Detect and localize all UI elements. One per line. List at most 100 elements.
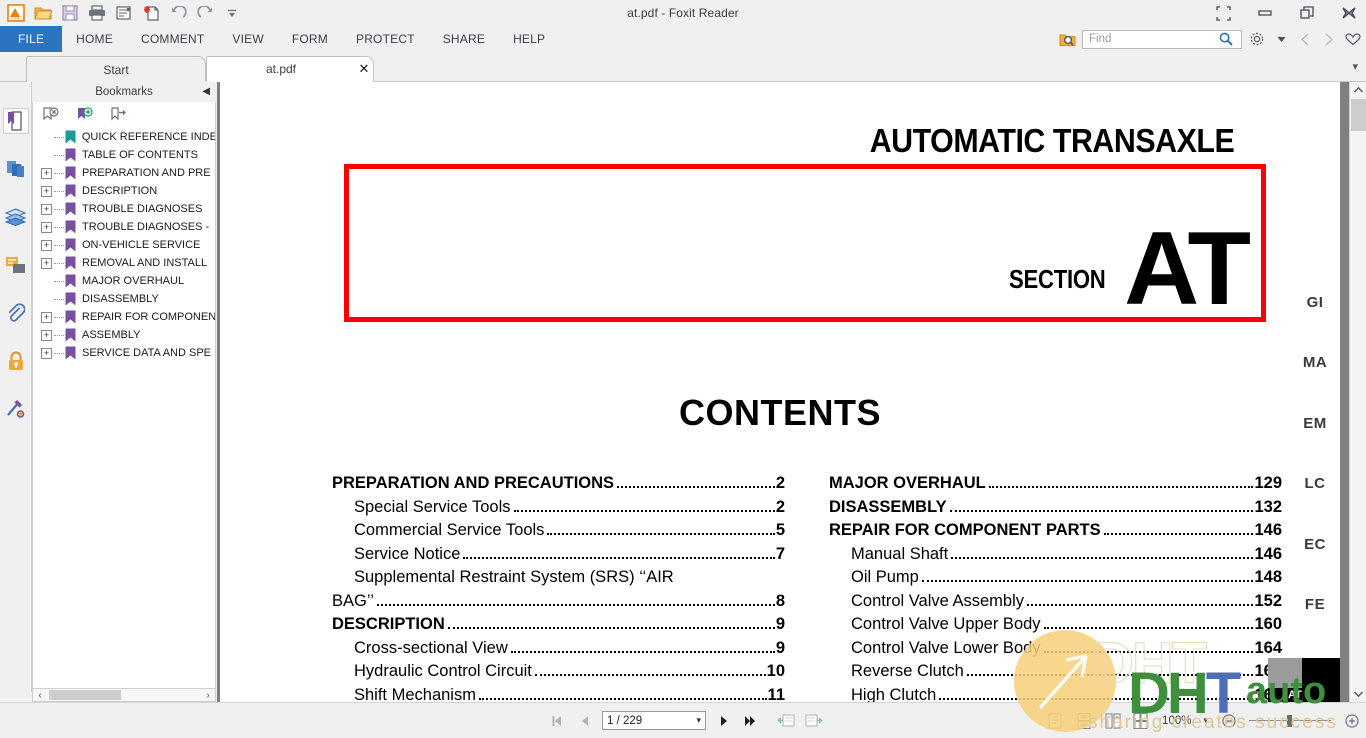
search-input-wrapper[interactable] — [1082, 29, 1242, 49]
collapse-panel-icon[interactable]: ◀ — [202, 86, 210, 97]
sidebar-item-pages[interactable] — [3, 156, 29, 182]
delete-bookmark-icon[interactable] — [41, 105, 61, 125]
toc-entry[interactable]: Control Valve Upper Body 160 — [829, 613, 1282, 637]
expand-bookmark-icon[interactable]: + — [41, 203, 52, 215]
next-page-button[interactable] — [715, 712, 733, 730]
tab-close-icon[interactable]: ✕ — [355, 61, 373, 77]
menu-item-help[interactable]: HELP — [499, 26, 559, 52]
toc-entry[interactable]: Shift Mechanism 11 — [332, 684, 785, 703]
sidebar-item-signatures[interactable] — [3, 396, 29, 422]
toc-entry[interactable]: Oil Pump 148 — [829, 566, 1282, 590]
bookmark-item[interactable]: + TROUBLE DIAGNOSES - — [37, 218, 215, 236]
page-dropdown-caret-icon[interactable]: ▾ — [696, 715, 701, 726]
first-page-button[interactable] — [548, 712, 566, 730]
bookmark-item[interactable]: + REPAIR FOR COMPONEN — [37, 308, 215, 326]
scroll-up-arrow-icon[interactable] — [1350, 82, 1366, 98]
menu-item-comment[interactable]: COMMENT — [127, 26, 218, 52]
zoom-dropdown-caret-icon[interactable]: ▾ — [1203, 715, 1208, 726]
previous-view-button[interactable] — [777, 712, 795, 730]
zoom-slider-knob[interactable] — [1287, 714, 1292, 727]
toc-entry[interactable]: High Clutch169 — [829, 684, 1282, 703]
pdf-viewer[interactable]: AUTOMATIC TRANSAXLE SECTION AT CONTENTS … — [217, 82, 1366, 702]
expand-bookmark-icon[interactable]: + — [41, 221, 52, 233]
toc-entry[interactable]: REPAIR FOR COMPONENT PARTS 146 — [829, 519, 1282, 543]
toc-entry[interactable]: Reverse Clutch166 — [829, 660, 1282, 684]
menu-item-home[interactable]: HOME — [62, 26, 127, 52]
scroll-left-arrow-icon[interactable]: ‹ — [33, 690, 47, 701]
menu-item-view[interactable]: VIEW — [218, 26, 277, 52]
settings-caret-icon[interactable] — [1272, 30, 1290, 48]
toc-entry[interactable]: Cross-sectional View 9 — [332, 637, 785, 661]
bookmarks-horizontal-scrollbar[interactable]: ‹ › — [32, 688, 216, 702]
sidebar-item-attachments[interactable] — [3, 300, 29, 326]
zoom-out-button[interactable] — [1220, 712, 1237, 729]
bookmark-item[interactable]: + REMOVAL AND INSTALL — [37, 254, 215, 272]
fullscreen-icon[interactable] — [1212, 2, 1234, 24]
tab-at-pdf[interactable]: at.pdf ✕ — [206, 56, 374, 82]
toc-entry[interactable]: Special Service Tools 2 — [332, 496, 785, 520]
search-input[interactable] — [1087, 32, 1219, 46]
minimize-icon[interactable] — [1254, 2, 1276, 24]
toc-entry[interactable]: Commercial Service Tools 5 — [332, 519, 785, 543]
toc-entry[interactable]: MAJOR OVERHAUL 129 — [829, 472, 1282, 496]
expand-bookmark-icon[interactable]: + — [41, 329, 52, 341]
zoom-slider[interactable] — [1249, 714, 1331, 728]
menu-item-protect[interactable]: PROTECT — [342, 26, 429, 52]
bookmark-item[interactable]: + DESCRIPTION — [37, 182, 215, 200]
previous-page-button[interactable] — [575, 712, 593, 730]
next-view-button[interactable] — [804, 712, 822, 730]
toc-entry[interactable]: Control Valve Lower Body 164 — [829, 637, 1282, 661]
menu-item-file[interactable]: FILE — [0, 26, 63, 52]
favorite-heart-icon[interactable] — [1344, 30, 1362, 48]
back-arrow-icon[interactable] — [1296, 30, 1314, 48]
expand-bookmark-icon[interactable]: + — [41, 185, 52, 197]
sidebar-item-layers[interactable] — [3, 204, 29, 230]
toc-entry[interactable]: DISASSEMBLY 132 — [829, 496, 1282, 520]
facing-pages-icon[interactable] — [1104, 712, 1121, 729]
menu-item-share[interactable]: SHARE — [429, 26, 499, 52]
zoom-in-button[interactable] — [1343, 712, 1360, 729]
menu-item-form[interactable]: FORM — [278, 26, 342, 52]
forward-arrow-icon[interactable] — [1320, 30, 1338, 48]
last-page-button[interactable] — [742, 712, 760, 730]
bookmark-item[interactable]: QUICK REFERENCE INDE — [37, 128, 215, 146]
scrollbar-thumb[interactable] — [49, 690, 121, 700]
close-icon[interactable] — [1338, 2, 1360, 24]
bookmark-item[interactable]: DISASSEMBLY — [37, 290, 215, 308]
continuous-facing-icon[interactable] — [1133, 712, 1150, 729]
expand-bookmark-icon[interactable]: + — [41, 311, 52, 323]
bookmark-item[interactable]: + PREPARATION AND PRE — [37, 164, 215, 182]
bookmark-item[interactable]: + ON-VEHICLE SERVICE — [37, 236, 215, 254]
continuous-scroll-icon[interactable] — [1075, 712, 1092, 729]
toc-entry[interactable]: Hydraulic Control Circuit 10 — [332, 660, 785, 684]
expand-bookmark-icon[interactable]: + — [41, 257, 52, 269]
toc-entry[interactable]: Service Notice 7 — [332, 543, 785, 567]
advanced-search-icon[interactable] — [1058, 30, 1076, 48]
scroll-right-arrow-icon[interactable]: › — [201, 690, 215, 701]
viewer-vertical-scrollbar[interactable] — [1349, 82, 1366, 702]
toc-entry[interactable]: Manual Shaft 146 — [829, 543, 1282, 567]
settings-gear-icon[interactable] — [1248, 30, 1266, 48]
toc-entry[interactable]: BAG’’ 8 — [332, 590, 785, 614]
toc-entry[interactable]: Supplemental Restraint System (SRS) ‘‘AI… — [332, 566, 785, 590]
sidebar-item-comments[interactable] — [3, 252, 29, 278]
tab-overflow-caret-icon[interactable]: ▾ — [1352, 60, 1358, 73]
bookmark-item[interactable]: + SERVICE DATA AND SPE — [37, 344, 215, 362]
bookmark-item[interactable]: + ASSEMBLY — [37, 326, 215, 344]
new-bookmark-icon[interactable] — [75, 105, 95, 125]
toc-entry[interactable]: Control Valve Assembly 152 — [829, 590, 1282, 614]
scroll-down-arrow-icon[interactable] — [1350, 686, 1366, 702]
toc-entry[interactable]: DESCRIPTION 9 — [332, 613, 785, 637]
restore-icon[interactable] — [1296, 2, 1318, 24]
sidebar-item-bookmarks[interactable] — [2, 108, 29, 134]
toc-entry[interactable]: PREPARATION AND PRECAUTIONS 2 — [332, 472, 785, 496]
tab-start[interactable]: Start — [26, 56, 206, 82]
goto-bookmark-icon[interactable] — [109, 105, 129, 125]
page-number-input[interactable]: 1 / 229 ▾ — [602, 711, 706, 730]
bookmark-item[interactable]: MAJOR OVERHAUL — [37, 272, 215, 290]
pdf-page-1[interactable]: AUTOMATIC TRANSAXLE SECTION AT CONTENTS … — [220, 82, 1340, 702]
single-page-icon[interactable] — [1046, 712, 1063, 729]
bookmark-item[interactable]: + TROUBLE DIAGNOSES — [37, 200, 215, 218]
sidebar-item-security[interactable] — [3, 348, 29, 374]
expand-bookmark-icon[interactable]: + — [41, 347, 52, 359]
